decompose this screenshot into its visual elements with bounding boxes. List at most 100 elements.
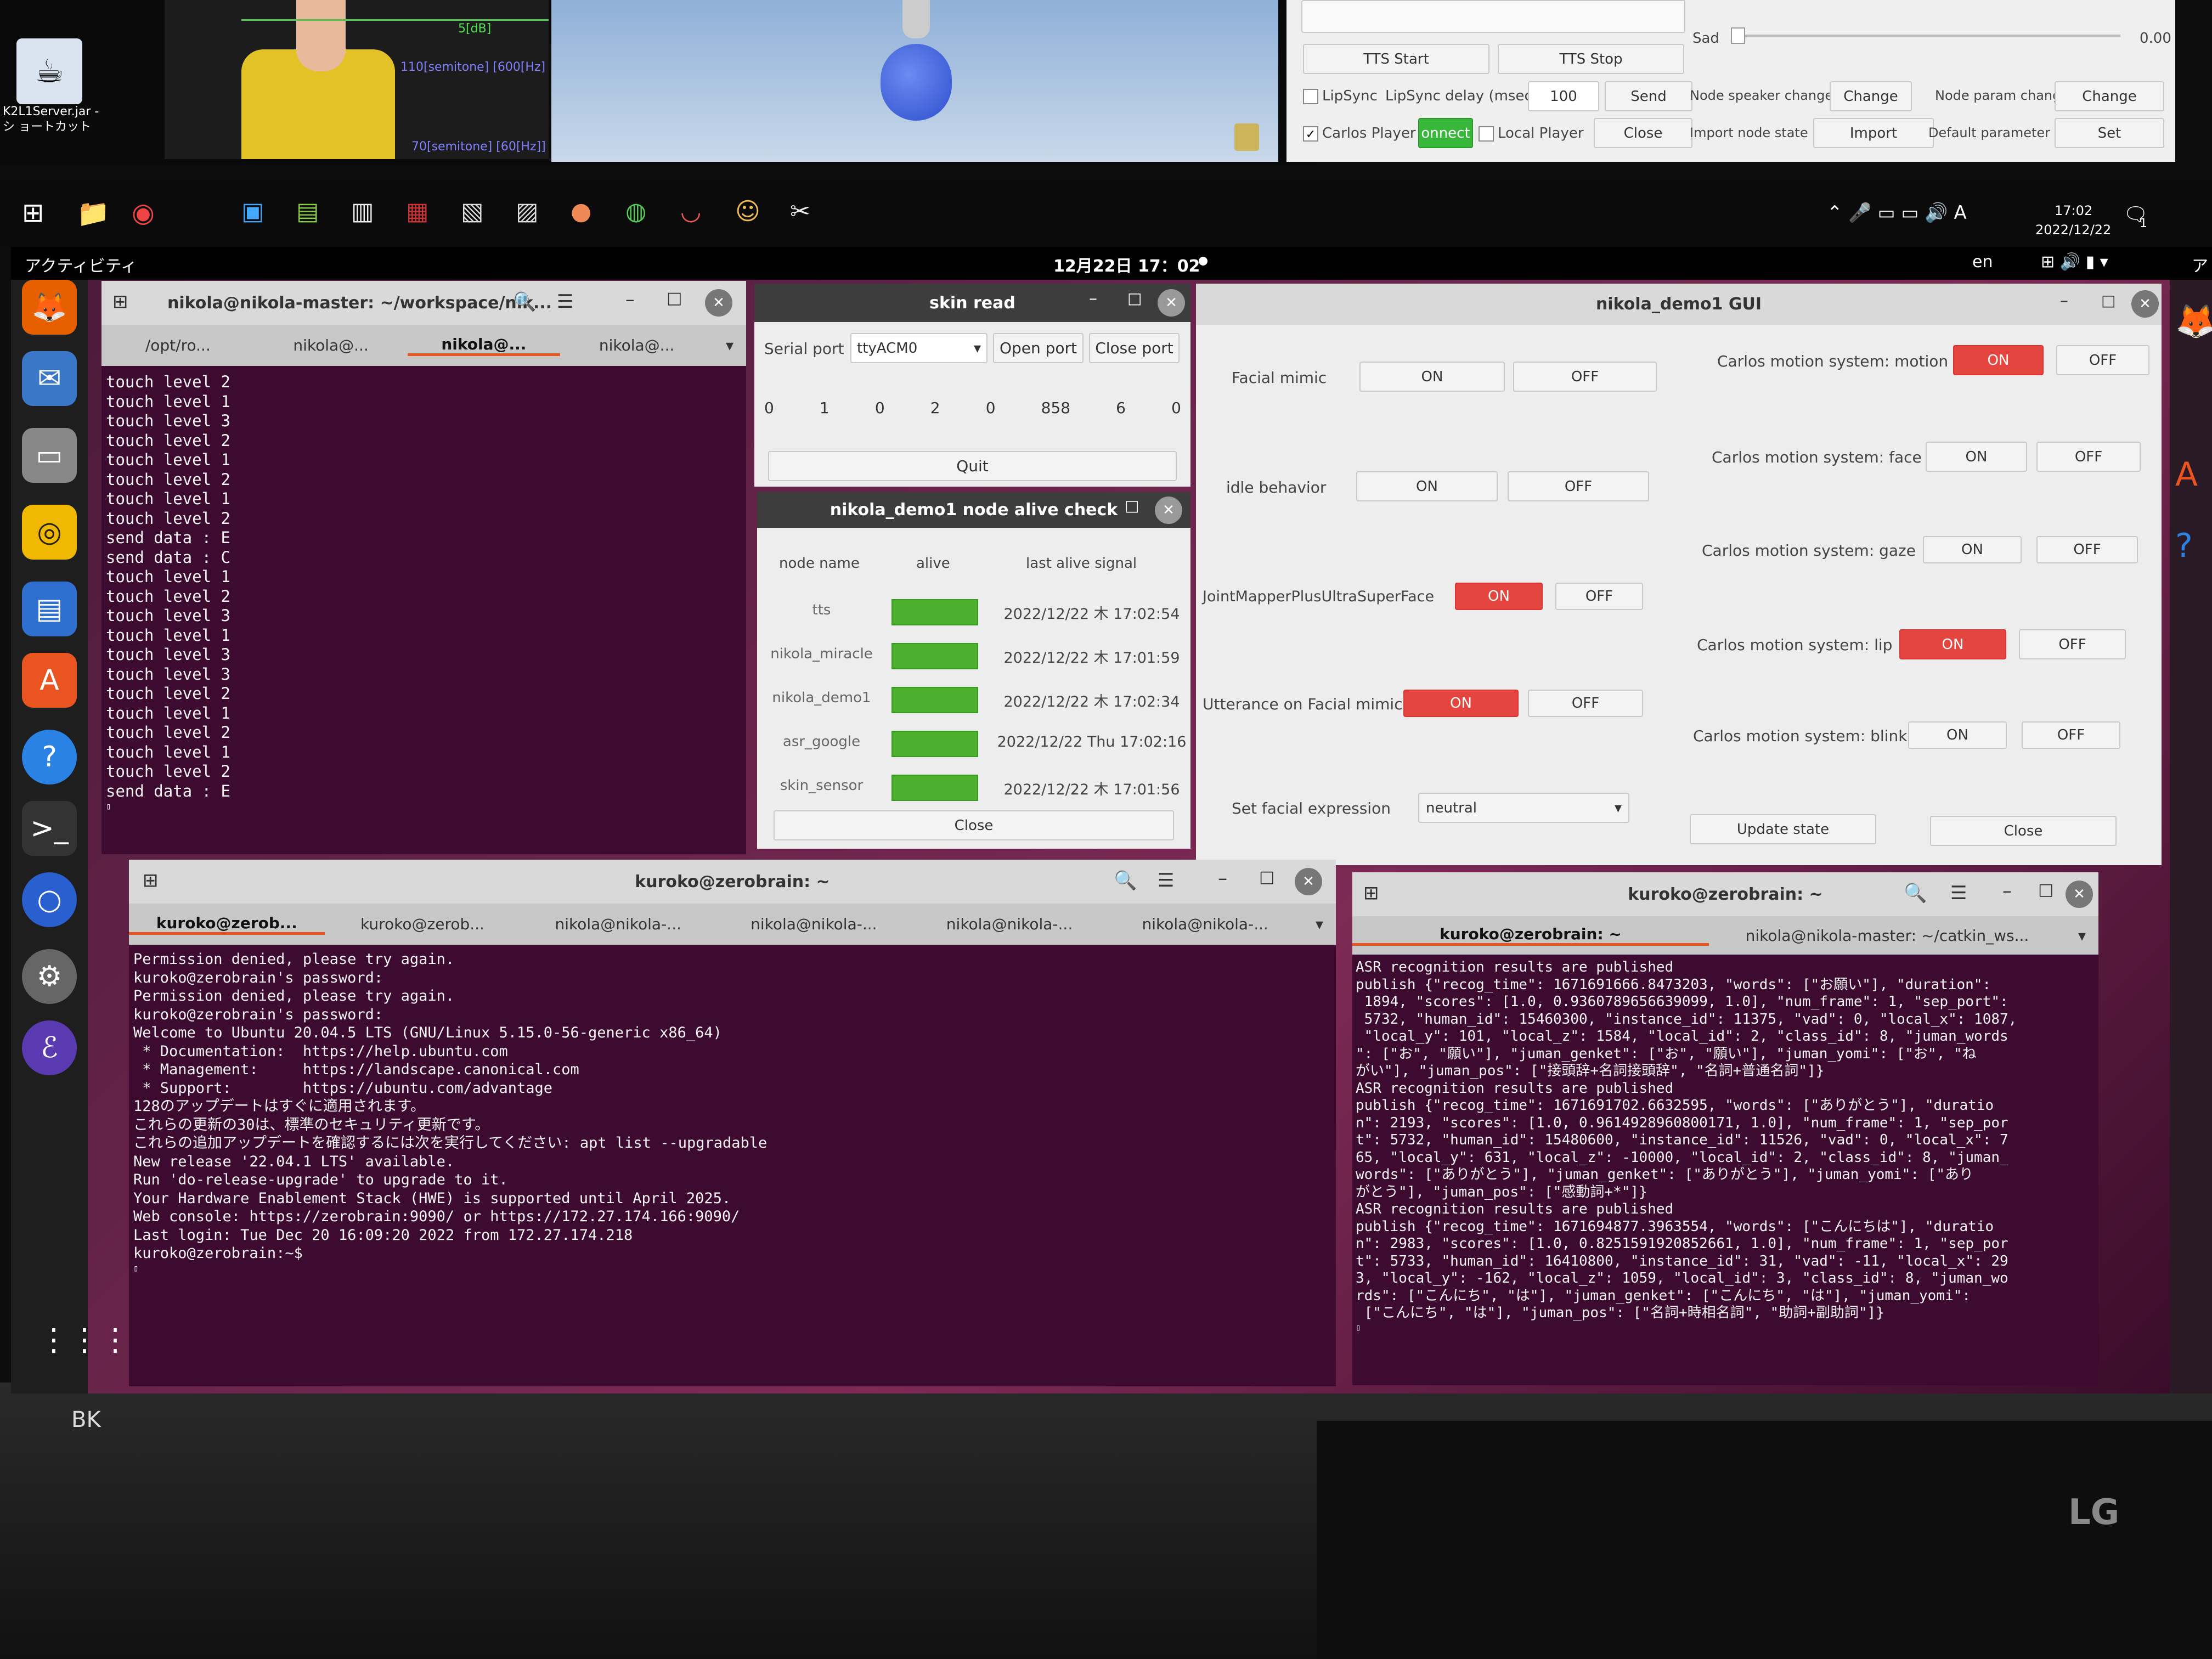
search-icon[interactable]: 🔍 — [1904, 882, 1927, 904]
close-icon[interactable]: ✕ — [705, 289, 732, 317]
search-icon[interactable]: 🔍 — [1114, 870, 1137, 891]
demo-gui-titlebar[interactable]: nikola_demo1 GUI — [1196, 284, 2162, 325]
close-icon[interactable]: ✕ — [1295, 868, 1322, 895]
terminal-1-tab[interactable]: nikola@... — [255, 336, 408, 354]
terminal-3-tab[interactable]: nikola@nikola-master: ~/catkin_ws... — [1709, 927, 2066, 945]
alive-maximize-icon[interactable]: □ — [1125, 496, 1139, 515]
new-tab-icon[interactable]: ⊞ — [143, 870, 159, 891]
system-menu-icons[interactable]: ⊞ 🔊 ▮ ▾ — [2041, 252, 2108, 272]
rhythmbox-icon[interactable]: ◎ — [22, 505, 77, 560]
terminal-3-tab[interactable]: kuroko@zerobrain: ~ — [1352, 925, 1709, 946]
tabs-dropdown-icon[interactable]: ▾ — [2066, 927, 2098, 945]
change-param-button[interactable]: Change — [2055, 81, 2164, 111]
lipsync-delay-input[interactable]: 100 — [1528, 81, 1599, 111]
carlos-blink-on[interactable]: ON — [1908, 721, 2007, 749]
terminal-dock-icon[interactable]: >_ — [22, 801, 77, 856]
new-tab-icon[interactable]: ⊞ — [112, 291, 128, 313]
connect-button[interactable]: onnect — [1418, 118, 1473, 148]
alive-close-icon[interactable]: ✕ — [1155, 496, 1182, 524]
skin-maximize-icon[interactable]: □ — [1127, 289, 1142, 307]
carlos-motion-off[interactable]: OFF — [2056, 345, 2149, 375]
terminal-2-tab[interactable]: kuroko@zerob... — [129, 914, 325, 935]
show-apps-icon[interactable]: ⋮⋮⋮ — [38, 1322, 131, 1358]
gui-close-button[interactable]: Close — [1930, 816, 2117, 846]
update-state-button[interactable]: Update state — [1690, 814, 1876, 844]
settings-icon[interactable]: ⚙ — [22, 949, 77, 1004]
utterance-on[interactable]: ON — [1403, 690, 1519, 717]
activities-button[interactable]: アクティビティ — [25, 252, 137, 276]
carlos-face-on[interactable]: ON — [1926, 442, 2027, 472]
firefox-right-icon[interactable]: 🦊 — [2175, 302, 2212, 341]
tabs-dropdown-icon[interactable]: ▾ — [1303, 915, 1336, 933]
terminal-2-tab[interactable]: kuroko@zerob... — [325, 915, 521, 933]
joint-mapper-off[interactable]: OFF — [1555, 583, 1643, 610]
java-icon[interactable]: ☕ — [16, 38, 82, 104]
tts-start-button[interactable]: TTS Start — [1303, 44, 1489, 74]
idle-behavior-on[interactable]: ON — [1356, 471, 1498, 501]
system-tray-icons[interactable]: ⌃ 🎤 ▭ ▭ 🔊 A — [1827, 202, 1967, 224]
open-port-button[interactable]: Open port — [993, 333, 1084, 363]
language-indicator[interactable]: en — [1972, 252, 1993, 272]
terminal-2-titlebar[interactable]: kuroko@zerobrain: ~ — [129, 860, 1336, 904]
terminal-2-tab[interactable]: nikola@nikola-... — [716, 915, 912, 933]
tools-icon[interactable]: ✂ — [790, 198, 810, 225]
terminal-2-output[interactable]: Permission denied, please try again. kuro… — [129, 945, 1336, 1386]
browser-dock-icon[interactable]: ○ — [22, 872, 77, 927]
change-speaker-button[interactable]: Change — [1830, 81, 1912, 111]
minimize-icon[interactable]: – — [1218, 867, 1227, 889]
maximize-icon[interactable]: □ — [1259, 867, 1274, 887]
maximize-icon[interactable]: □ — [667, 289, 682, 308]
sad-slider-handle[interactable] — [1731, 27, 1745, 44]
green-app-icon[interactable]: ◍ — [625, 198, 646, 225]
robot-taskbar-icon[interactable]: ● — [571, 198, 591, 225]
minimize-icon[interactable]: – — [625, 289, 635, 311]
alive-minimize-icon[interactable]: – — [1086, 496, 1094, 516]
terminal-2-tab[interactable]: nikola@nikola-... — [912, 915, 1108, 933]
joint-mapper-on[interactable]: ON — [1455, 583, 1543, 610]
menu-icon[interactable]: ☰ — [557, 291, 573, 313]
new-tab-icon[interactable]: ⊞ — [1363, 882, 1379, 904]
windows-start-icon[interactable]: ⊞ — [22, 198, 44, 228]
skin-read-titlebar[interactable]: skin read — [754, 284, 1190, 322]
window-taskbar-icon[interactable]: ▨ — [516, 198, 539, 225]
skin-close-icon[interactable]: ✕ — [1158, 289, 1185, 317]
terminal-2-tab[interactable]: nikola@nikola-... — [1107, 915, 1303, 933]
notepad-icon[interactable]: ▥ — [351, 198, 374, 225]
writer-icon[interactable]: ▤ — [22, 582, 77, 636]
software-right-icon[interactable]: A — [2175, 455, 2198, 494]
menu-icon[interactable]: ☰ — [1158, 870, 1174, 891]
gui-maximize-icon[interactable]: □ — [2101, 291, 2115, 309]
carlos-lip-off[interactable]: OFF — [2019, 629, 2126, 659]
local-player-checkbox[interactable] — [1479, 126, 1494, 142]
chrome-icon[interactable]: ◉ — [132, 198, 155, 228]
terminal-1-tab[interactable]: /opt/ro... — [101, 336, 255, 354]
search-icon[interactable]: 🔍 — [513, 291, 536, 313]
lips-icon[interactable]: ◡ — [680, 198, 701, 225]
facial-mimic-on[interactable]: ON — [1359, 362, 1505, 392]
app-icon-2[interactable]: ▤ — [296, 198, 319, 225]
send-button[interactable]: Send — [1605, 81, 1692, 111]
tts-stop-button[interactable]: TTS Stop — [1498, 44, 1684, 74]
voice-meter-icon[interactable]: ▦ — [406, 198, 429, 225]
carlos-face-off[interactable]: OFF — [2036, 442, 2141, 472]
utterance-off[interactable]: OFF — [1528, 690, 1643, 717]
menu-icon[interactable]: ☰ — [1950, 882, 1967, 904]
skin-minimize-icon[interactable]: – — [1089, 289, 1097, 308]
firefox-icon[interactable]: 🦊 — [22, 280, 77, 335]
face-app-icon[interactable]: ☺ — [735, 198, 760, 225]
terminal-3-output[interactable]: ASR recognition results are published pub… — [1352, 955, 2098, 1385]
set-button[interactable]: Set — [2055, 118, 2164, 148]
close-port-button[interactable]: Close port — [1089, 333, 1180, 363]
gui-minimize-icon[interactable]: – — [2060, 291, 2068, 311]
files-icon[interactable]: ▭ — [22, 428, 77, 483]
file-explorer-icon[interactable]: 📁 — [77, 198, 110, 229]
terminal-1-tab[interactable]: nikola@... — [407, 335, 561, 356]
import-button[interactable]: Import — [1813, 118, 1934, 148]
close-icon[interactable]: ✕ — [2066, 881, 2093, 908]
tts-text-area[interactable] — [1301, 0, 1685, 33]
terminal-1-tab[interactable]: nikola@... — [560, 336, 713, 354]
clock[interactable]: 12月22日 17：02 — [1053, 252, 1200, 276]
terminal-1-titlebar[interactable]: nikola@nikola-master: ~/workspace/nik... — [101, 281, 746, 325]
help-icon[interactable]: ? — [22, 730, 77, 785]
thunderbird-icon[interactable]: ✉ — [22, 351, 77, 406]
